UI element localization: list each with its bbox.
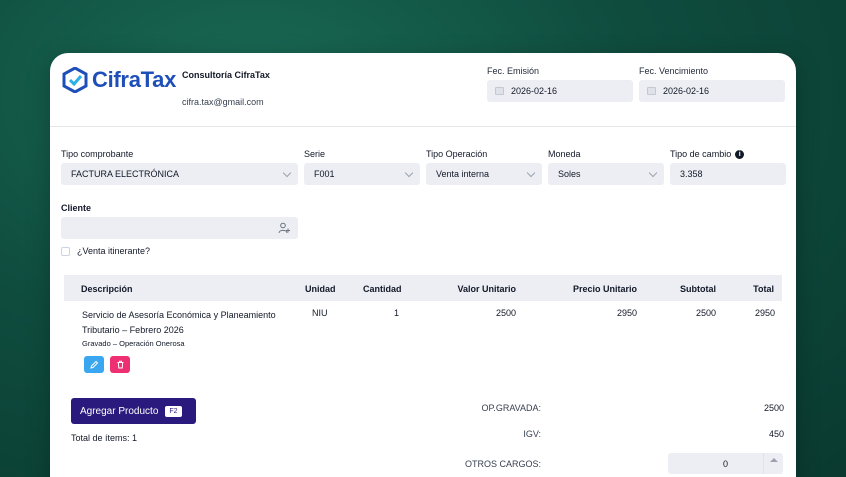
- logo-icon: [62, 67, 88, 93]
- calendar-icon: [647, 87, 656, 95]
- row-valor-unitario: 2500: [495, 308, 516, 318]
- tipo-cambio-label: Tipo de cambio: [670, 149, 732, 159]
- venta-itinerante-label: ¿Venta itinerante?: [77, 246, 151, 256]
- cliente-input[interactable]: [61, 217, 298, 239]
- emission-date-label: Fec. Emisión: [487, 66, 540, 76]
- serie-value: F001: [314, 169, 335, 179]
- due-date: Fec. Vencimiento 2026-02-16: [639, 66, 785, 102]
- otros-cargos-value: 0: [722, 458, 728, 469]
- tipo-operacion-field: Tipo Operación Venta interna: [426, 149, 542, 185]
- company-email: cifra.tax@gmail.com: [182, 97, 264, 107]
- logo-text: CifraTax: [92, 67, 177, 92]
- invoice-card: CifraTax Consultoría CifraTax cifra.tax@…: [50, 53, 796, 477]
- emission-date-value: 2026-02-16: [511, 86, 558, 96]
- tipo-comprobante-value: FACTURA ELECTRÓNICA: [71, 169, 180, 179]
- chevron-down-icon: [282, 168, 292, 177]
- row-precio-unitario: 2950: [616, 308, 637, 318]
- due-date-value: 2026-02-16: [663, 86, 710, 96]
- add-user-icon[interactable]: [278, 222, 290, 234]
- app-frame: CifraTax Consultoría CifraTax cifra.tax@…: [0, 0, 846, 477]
- invoice-header: CifraTax Consultoría CifraTax cifra.tax@…: [50, 53, 796, 127]
- tipo-cambio-input[interactable]: 3.358: [670, 163, 786, 185]
- tipo-comprobante-label: Tipo comprobante: [61, 149, 134, 159]
- row-total: 2950: [754, 308, 775, 318]
- col-valor-unitario: Valor Unitario: [457, 284, 516, 294]
- add-product-label: Agregar Producto: [80, 405, 159, 417]
- col-subtotal: Subtotal: [680, 284, 716, 294]
- pencil-icon: [89, 360, 98, 369]
- otros-cargos-label: OTROS CARGOS:: [464, 459, 541, 469]
- emission-date-input[interactable]: 2026-02-16: [487, 80, 633, 102]
- venta-itinerante-row[interactable]: ¿Venta itinerante?: [61, 246, 150, 256]
- serie-field: Serie F001: [304, 149, 420, 185]
- table-header: Descripción Unidad Cantidad Valor Unitar…: [64, 275, 782, 301]
- chevron-down-icon: [404, 168, 414, 177]
- chevron-down-icon: [526, 168, 536, 177]
- row-subtotal: 2500: [695, 308, 716, 318]
- row-unidad: NIU: [312, 308, 328, 318]
- col-descripcion: Descripción: [81, 284, 133, 294]
- trash-icon: [117, 360, 123, 369]
- serie-select[interactable]: F001: [304, 163, 420, 185]
- igv-label: IGV:: [523, 429, 541, 439]
- row-cantidad: 1: [394, 308, 400, 318]
- moneda-field: Moneda Soles: [548, 149, 664, 185]
- tipo-operacion-label: Tipo Operación: [426, 149, 488, 159]
- chevron-down-icon: [648, 168, 658, 177]
- tipo-operacion-value: Venta interna: [436, 169, 490, 179]
- due-date-label: Fec. Vencimiento: [639, 66, 709, 76]
- tipo-operacion-select[interactable]: Venta interna: [426, 163, 542, 185]
- moneda-label: Moneda: [548, 149, 581, 159]
- igv-value: 450: [768, 429, 784, 439]
- op-gravada-value: 2500: [763, 403, 784, 413]
- tipo-cambio-value: 3.358: [680, 169, 703, 179]
- emission-date: Fec. Emisión 2026-02-16: [487, 66, 633, 102]
- venta-itinerante-checkbox[interactable]: [61, 246, 70, 256]
- edit-button[interactable]: [84, 356, 104, 373]
- moneda-select[interactable]: Soles: [548, 163, 664, 185]
- stepper-up-button[interactable]: [763, 453, 783, 474]
- row-descripcion: Servicio de Asesoría Económica y Planeam…: [82, 310, 276, 335]
- company-name: Consultoría CifraTax: [182, 70, 270, 80]
- op-gravada-label: OP.GRAVADA:: [481, 403, 541, 413]
- info-icon[interactable]: i: [735, 149, 745, 159]
- serie-label: Serie: [304, 149, 326, 159]
- due-date-input[interactable]: 2026-02-16: [639, 80, 785, 102]
- row-detalle: Gravado – Operación Onerosa: [82, 339, 185, 348]
- tipo-cambio-label-row: Tipo de cambio i: [670, 149, 786, 159]
- tipo-cambio-field: Tipo de cambio i 3.358: [670, 149, 786, 185]
- col-unidad: Unidad: [305, 284, 336, 294]
- chevron-up-icon: [769, 458, 778, 462]
- add-product-button[interactable]: Agregar Producto F2: [71, 398, 196, 424]
- col-total: Total: [753, 284, 774, 294]
- calendar-icon: [495, 87, 504, 95]
- cliente-field: Cliente: [61, 203, 298, 239]
- moneda-value: Soles: [558, 169, 581, 179]
- tipo-comprobante-select[interactable]: FACTURA ELECTRÓNICA: [61, 163, 298, 185]
- delete-button[interactable]: [110, 356, 130, 373]
- tipo-comprobante-field: Tipo comprobante FACTURA ELECTRÓNICA: [61, 149, 298, 185]
- col-precio-unitario: Precio Unitario: [572, 284, 637, 294]
- shortcut-badge: F2: [165, 405, 182, 417]
- col-cantidad: Cantidad: [363, 284, 402, 294]
- cliente-label: Cliente: [61, 203, 92, 213]
- logo: CifraTax: [62, 67, 176, 93]
- otros-cargos-input[interactable]: 0: [668, 453, 783, 474]
- total-items: Total de ítems: 1: [71, 433, 138, 443]
